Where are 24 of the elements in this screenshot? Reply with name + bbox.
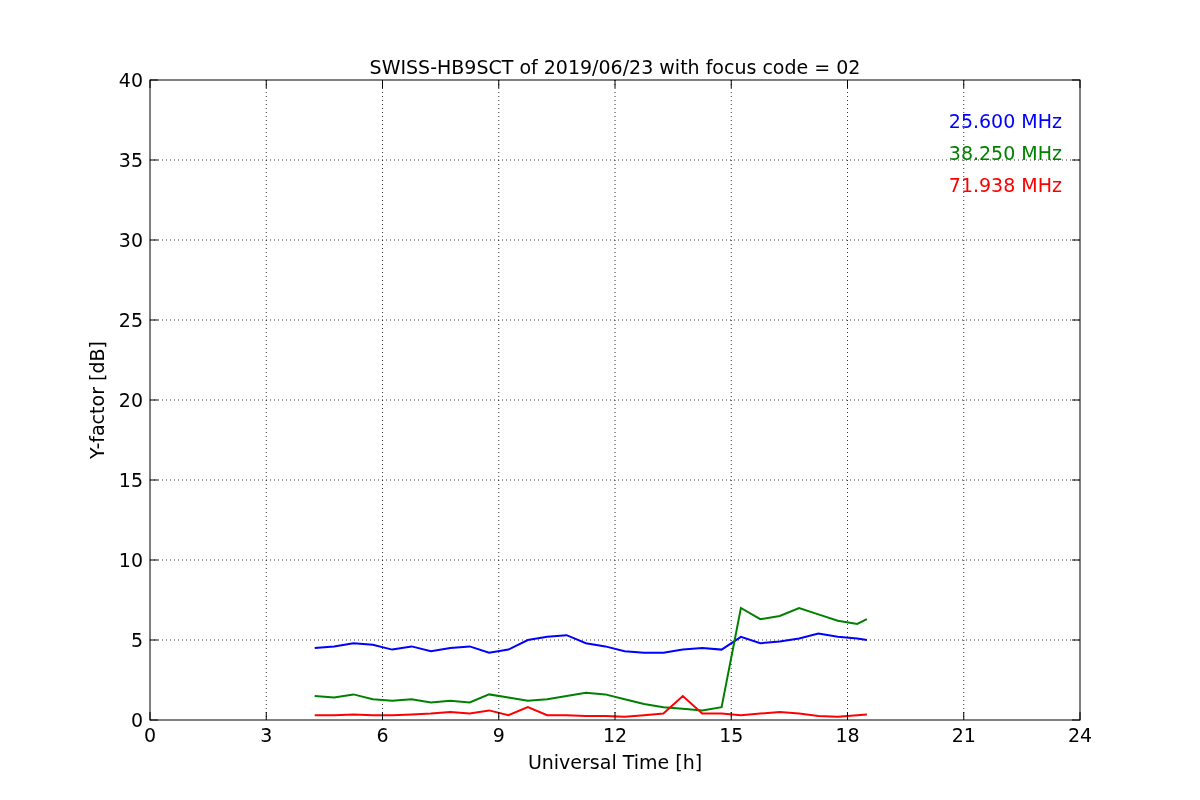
- legend-label: 25.600 MHz: [948, 110, 1062, 132]
- y-tick-label: 20: [118, 389, 143, 411]
- y-tick-label: 35: [118, 149, 143, 171]
- x-tick-label: 6: [376, 724, 389, 746]
- y-tick-label: 25: [118, 309, 143, 331]
- y-tick-label: 5: [130, 629, 143, 651]
- x-tick-label: 0: [143, 724, 157, 746]
- x-tick-label: 15: [719, 724, 744, 746]
- x-tick-label: 9: [492, 724, 505, 746]
- y-tick-label: 0: [130, 709, 143, 731]
- chart-title: SWISS-HB9SCT of 2019/06/23 with focus code = 02: [369, 56, 861, 78]
- legend-label: 38.250 MHz: [948, 142, 1062, 164]
- y-tick-label: 10: [118, 549, 143, 571]
- x-tick-label: 21: [951, 724, 976, 746]
- legend-label: 71.938 MHz: [948, 174, 1062, 196]
- x-tick-label: 12: [602, 724, 628, 746]
- x-axis-label: Universal Time [h]: [527, 751, 703, 773]
- x-tick-label: 3: [260, 724, 273, 746]
- y-tick-label: 15: [118, 469, 143, 491]
- x-tick-label: 18: [835, 724, 860, 746]
- x-tick-label: 24: [1067, 724, 1093, 746]
- y-tick-label: 30: [118, 229, 143, 251]
- y-tick-label: 40: [118, 69, 143, 91]
- y-axis-label: Y-factor [dB]: [86, 341, 108, 459]
